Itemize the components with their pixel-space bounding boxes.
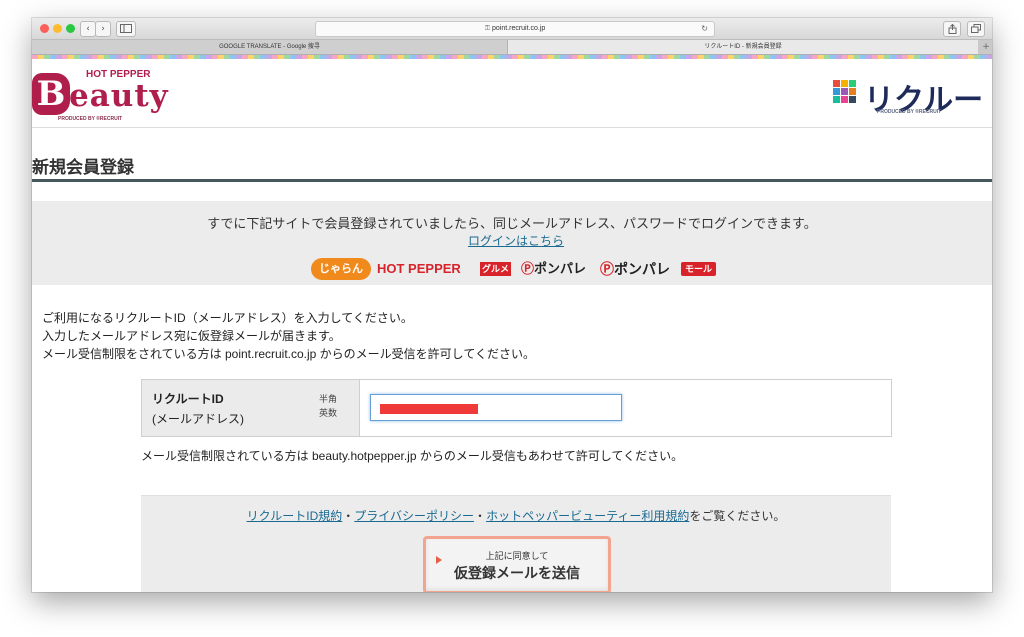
minimize-window-button[interactable] xyxy=(53,24,62,33)
ponpare-logo[interactable]: Ⓟポンパレ xyxy=(521,258,586,280)
url-text: point.recruit.co.jp xyxy=(491,25,546,32)
notice-text: すでに下記サイトで会員登録されていましたら、同じメールアドレス、パスワードでログ… xyxy=(207,216,817,231)
field-label-main: リクルートID xyxy=(152,392,224,406)
recruit-id-terms-link[interactable]: リクルートID規約 xyxy=(247,509,343,523)
ponpare-text: ポンパレ xyxy=(534,261,587,276)
site-header: B HOT PEPPER eauty PRODUCED BY ®RECRUIT … xyxy=(32,59,992,128)
ponpare-mall-logo[interactable]: Ⓟポンパレ xyxy=(600,258,670,280)
half-width-hint: 半角 英数 xyxy=(319,392,337,420)
recruit-id-grid-icon xyxy=(833,80,857,104)
share-icon[interactable] xyxy=(943,21,961,37)
beauty-logo-badge: B xyxy=(32,73,70,115)
browser-window: ‹ › ⚿ point.recruit.co.jp ↻ GOOGLE TRANS… xyxy=(32,18,992,592)
intro-line: ご利用になるリクルートID（メールアドレス）を入力してください。 xyxy=(42,311,413,325)
ponpare-mall-icon: Ⓟ xyxy=(600,261,614,277)
submit-label: 仮登録メールを送信 xyxy=(454,565,580,581)
jalan-logo[interactable]: じゃらん xyxy=(311,258,371,280)
terms-line: リクルートID規約・プライバシーポリシー・ホットペッパービューティー利用規約をご… xyxy=(141,507,891,524)
login-link[interactable]: ログインはこちら xyxy=(468,232,564,249)
send-provisional-email-button[interactable]: 上記に同意して 仮登録メールを送信 xyxy=(423,536,611,592)
hotpepper-logo[interactable]: HOT PEPPER xyxy=(377,258,461,280)
half-width-hint-line2: 英数 xyxy=(319,408,338,418)
address-bar[interactable]: ⚿ point.recruit.co.jp ↻ xyxy=(315,21,715,37)
sidebar-icon[interactable] xyxy=(116,21,136,37)
web-page: B HOT PEPPER eauty PRODUCED BY ®RECRUIT … xyxy=(32,55,992,592)
page-title: 新規会員登録 xyxy=(32,158,134,177)
recruit-id-produced-by: PRODUCED BY ®RECRUIT xyxy=(877,109,942,115)
existing-member-notice: すでに下記サイトで会員登録されていましたら、同じメールアドレス、パスワードでログ… xyxy=(32,201,992,285)
close-window-button[interactable] xyxy=(40,24,49,33)
intro-line: メール受信制限をされている方は point.recruit.co.jp からのメ… xyxy=(42,347,535,361)
partner-logos: じゃらん HOT PEPPER グルメ Ⓟポンパレ Ⓟポンパレ モール xyxy=(311,258,721,280)
tab-bar: GOOGLE TRANSLATE - Google 搜寻 リクルートID - 新… xyxy=(32,40,992,55)
tabs-overview-icon[interactable] xyxy=(967,21,985,37)
beauty-logo-word: eauty xyxy=(69,78,169,114)
title-bar: ‹ › ⚿ point.recruit.co.jp ↻ xyxy=(32,18,992,40)
field-label-sub: (メールアドレス) xyxy=(152,412,244,426)
redaction-mark xyxy=(380,404,478,414)
ponpare-mall-text: ポンパレ xyxy=(614,261,670,277)
terms-section: リクルートID規約・プライバシーポリシー・ホットペッパービューティー利用規約をご… xyxy=(141,495,891,592)
half-width-hint-line1: 半角 xyxy=(319,394,338,404)
reload-icon[interactable]: ↻ xyxy=(701,22,708,36)
hotpepper-beauty-terms-link[interactable]: ホットペッパービューティー利用規約 xyxy=(486,509,689,523)
back-button[interactable]: ‹ xyxy=(80,21,96,37)
ponpare-icon: Ⓟ xyxy=(521,261,535,276)
forward-button[interactable]: › xyxy=(95,21,111,37)
title-divider xyxy=(32,179,992,182)
field-label-cell: リクルートID (メールアドレス) 半角 英数 xyxy=(142,380,360,436)
terms-separator: ・ xyxy=(342,509,355,523)
privacy-policy-link[interactable]: プライバシーポリシー xyxy=(354,509,474,523)
terms-suffix: をご覧ください。 xyxy=(689,509,786,523)
submit-sublabel: 上記に同意して xyxy=(485,551,549,561)
mall-badge: モール xyxy=(681,262,717,276)
beauty-logo-produced-by: PRODUCED BY ®RECRUIT xyxy=(58,116,123,122)
intro-line: 入力したメールアドレス宛に仮登録メールが届きます。 xyxy=(42,329,341,343)
tab-recruit-id[interactable]: リクルートID - 新規会員登録 xyxy=(508,40,978,54)
lock-icon: ⚿ xyxy=(484,25,492,32)
recruit-id-form-row: リクルートID (メールアドレス) 半角 英数 xyxy=(141,379,892,437)
gourmet-logo[interactable]: グルメ xyxy=(480,262,512,276)
zoom-window-button[interactable] xyxy=(66,24,75,33)
terms-separator: ・ xyxy=(474,509,487,523)
tab-google-translate[interactable]: GOOGLE TRANSLATE - Google 搜寻 xyxy=(32,40,508,54)
new-tab-button[interactable]: + xyxy=(980,40,992,54)
intro-text: ご利用になるリクルートID（メールアドレス）を入力してください。 入力したメール… xyxy=(42,309,535,363)
mail-permission-note: メール受信制限されている方は beauty.hotpepper.jp からのメー… xyxy=(141,449,684,463)
